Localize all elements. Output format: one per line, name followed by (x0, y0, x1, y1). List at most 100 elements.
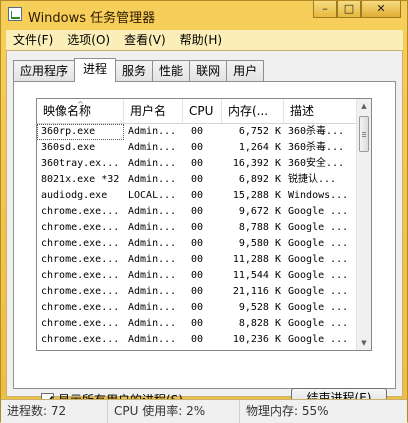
scroll-thumb[interactable] (359, 116, 369, 152)
process-memory: 6,752 K (238, 126, 281, 137)
column-header-description[interactable]: 描述 (284, 99, 359, 123)
process-description: 360杀毒... (288, 142, 345, 153)
table-row[interactable]: 360sd.exe Admin... 00 1,264 K 360杀毒... (37, 140, 359, 156)
title-bar[interactable]: Windows 任务管理器 – □ ✕ (1, 1, 407, 29)
process-cpu: 00 (191, 158, 204, 169)
process-user: Admin... (128, 270, 177, 281)
column-header-memory[interactable]: 内存(... (222, 99, 284, 123)
column-header-cpu[interactable]: CPU (183, 99, 222, 123)
status-process-count: 进程数: 72 (1, 400, 108, 423)
minimize-button[interactable]: – (313, 1, 337, 18)
process-user: LOCAL... (128, 190, 177, 201)
process-memory: 1,264 K (238, 142, 281, 153)
process-memory: 11,544 K (232, 270, 281, 281)
process-user: Admin... (128, 126, 177, 137)
column-header-image-name[interactable]: ^ 映像名称 (37, 99, 124, 123)
table-row[interactable]: chrome.exe... Admin... 00 21,116 K Google ..… (37, 284, 359, 300)
grip-icon (362, 132, 366, 133)
table-row[interactable]: audiodg.exe LOCAL... 00 15,288 K Windows... (37, 188, 359, 204)
process-name: chrome.exe... (41, 206, 120, 217)
column-header-user-name[interactable]: 用户名 (124, 99, 183, 123)
menu-bar: 文件(F) 选项(O) 查看(V) 帮助(H) (6, 30, 403, 50)
tab-users[interactable]: 用户 (226, 60, 265, 81)
process-user: Admin... (128, 318, 177, 329)
process-name: chrome.exe... (41, 302, 120, 313)
vertical-scrollbar[interactable]: ▲ ▼ (356, 99, 371, 350)
process-memory: 6,892 K (238, 174, 281, 185)
status-cpu-usage: CPU 使用率: 2% (108, 400, 240, 423)
table-row[interactable]: chrome.exe... Admin... 00 8,788 K Google ... (37, 220, 359, 236)
process-rows: 360rp.exe Admin... 00 6,752 K 360杀毒... 360sd.… (37, 124, 359, 348)
process-description: Google ... (288, 238, 349, 249)
tab-processes[interactable]: 进程 (74, 58, 117, 82)
process-name: chrome.exe... (41, 318, 120, 329)
process-description: Google ... (288, 318, 349, 329)
process-cpu: 00 (191, 174, 204, 185)
menu-help[interactable]: 帮助(H) (173, 30, 229, 50)
process-description: 锐捷认... (288, 174, 337, 185)
table-row[interactable]: chrome.exe... Admin... 00 9,672 K Google ... (37, 204, 359, 220)
table-row[interactable]: chrome.exe... Admin... 00 9,580 K Google ... (37, 236, 359, 252)
process-name: chrome.exe... (41, 270, 120, 281)
table-row[interactable]: chrome.exe... Admin... 00 10,236 K Google ..… (37, 332, 359, 348)
process-user: Admin... (128, 334, 177, 345)
tab-applications[interactable]: 应用程序 (13, 60, 76, 81)
scroll-up-arrow-icon[interactable]: ▲ (357, 99, 371, 113)
status-bar: 进程数: 72 CPU 使用率: 2% 物理内存: 55% (1, 399, 407, 423)
scroll-down-arrow-icon[interactable]: ▼ (357, 336, 371, 350)
process-cpu: 00 (191, 334, 204, 345)
process-name: chrome.exe... (41, 334, 120, 345)
process-user: Admin... (128, 238, 177, 249)
process-description: Google ... (288, 270, 349, 281)
close-button[interactable]: ✕ (361, 1, 401, 18)
tab-services[interactable]: 服务 (115, 60, 154, 81)
process-memory: 8,788 K (238, 222, 281, 233)
process-name: 360tray.ex... (41, 158, 120, 169)
sort-ascending-icon: ^ (77, 100, 84, 109)
menu-view[interactable]: 查看(V) (117, 30, 173, 50)
window-controls: – □ ✕ (313, 1, 401, 19)
process-description: Google ... (288, 254, 349, 265)
process-user: Admin... (128, 142, 177, 153)
tab-networking[interactable]: 联网 (189, 60, 228, 81)
maximize-button[interactable]: □ (337, 1, 361, 18)
process-user: Admin... (128, 174, 177, 185)
process-name: chrome.exe... (41, 222, 120, 233)
process-cpu: 00 (191, 254, 204, 265)
process-description: 360杀毒... (288, 126, 345, 137)
process-memory: 15,288 K (232, 190, 281, 201)
process-memory: 21,116 K (232, 286, 281, 297)
process-cpu: 00 (191, 318, 204, 329)
table-row[interactable]: chrome.exe... Admin... 00 11,288 K Google ..… (37, 252, 359, 268)
process-cpu: 00 (191, 206, 204, 217)
process-cpu: 00 (191, 302, 204, 313)
list-header: ^ 映像名称 用户名 CPU 内存(... 描述 (37, 99, 371, 124)
process-memory: 16,392 K (232, 158, 281, 169)
process-name: audiodg.exe (41, 190, 108, 201)
process-memory: 10,236 K (232, 334, 281, 345)
process-user: Admin... (128, 286, 177, 297)
process-description: Google ... (288, 286, 349, 297)
table-row[interactable]: 360tray.ex... Admin... 00 16,392 K 360安全... (37, 156, 359, 172)
table-row[interactable]: 360rp.exe Admin... 00 6,752 K 360杀毒... (37, 124, 359, 140)
task-manager-icon (8, 7, 22, 21)
process-list[interactable]: ^ 映像名称 用户名 CPU 内存(... 描述 360rp.exe Admin.… (36, 98, 372, 351)
tab-strip: 应用程序 进程 服务 性能 联网 用户 (13, 58, 265, 82)
window-title: Windows 任务管理器 (28, 11, 156, 26)
menu-file[interactable]: 文件(F) (6, 30, 60, 50)
table-row[interactable]: chrome.exe... Admin... 00 11,544 K Google ..… (37, 268, 359, 284)
process-memory: 8,828 K (238, 318, 281, 329)
process-memory: 11,288 K (232, 254, 281, 265)
menu-options[interactable]: 选项(O) (60, 30, 117, 50)
table-row[interactable]: 8021x.exe *32 Admin... 00 6,892 K 锐捷认... (37, 172, 359, 188)
process-cpu: 00 (191, 222, 204, 233)
tab-performance[interactable]: 性能 (152, 60, 191, 81)
process-description: Google ... (288, 334, 349, 345)
process-cpu: 00 (191, 126, 204, 137)
column-label: 映像名称 (43, 104, 92, 118)
process-cpu: 00 (191, 238, 204, 249)
table-row[interactable]: chrome.exe... Admin... 00 8,828 K Google ... (37, 316, 359, 332)
table-row[interactable]: chrome.exe... Admin... 00 9,528 K Google ... (37, 300, 359, 316)
process-user: Admin... (128, 158, 177, 169)
process-description: Windows... (288, 190, 349, 201)
